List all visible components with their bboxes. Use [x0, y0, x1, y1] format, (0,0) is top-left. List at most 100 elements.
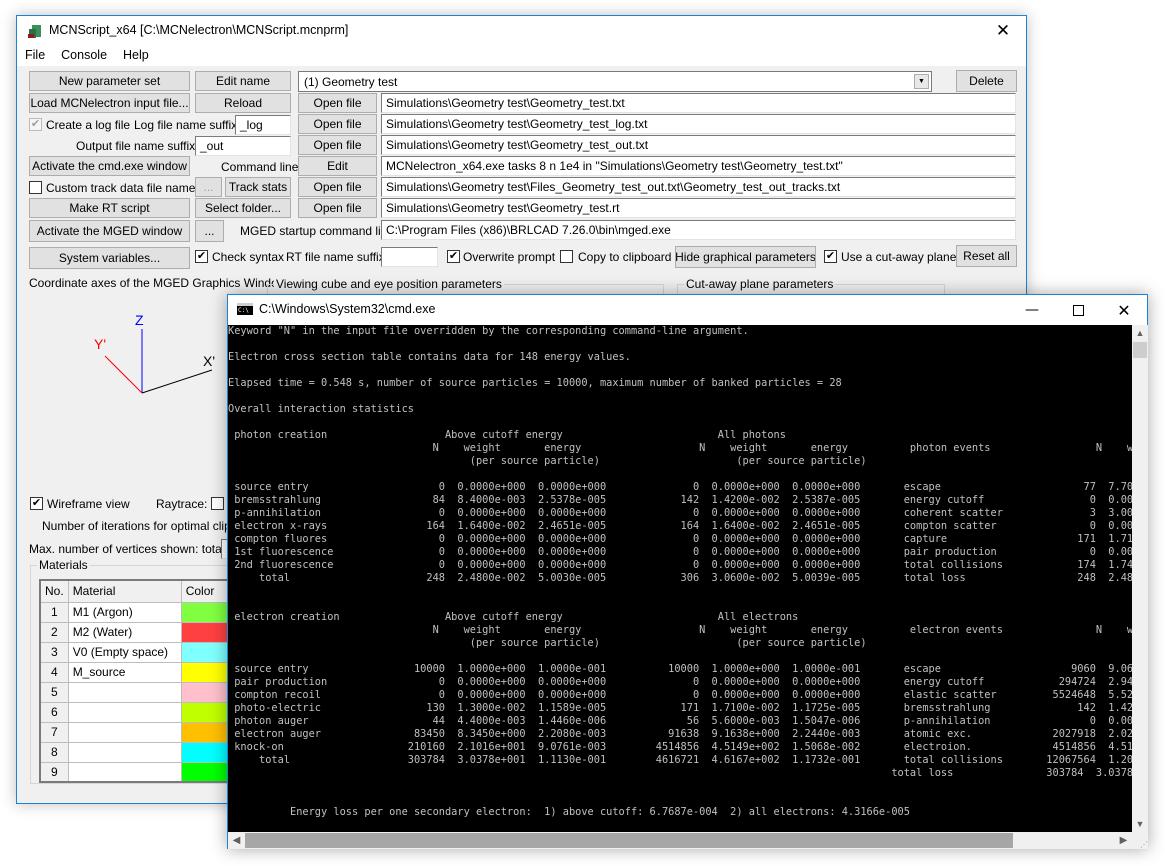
material-name[interactable]	[67, 681, 182, 703]
parameter-set-select[interactable]: (1) Geometry test ▼	[298, 71, 932, 92]
horizontal-scroll-thumb[interactable]	[245, 833, 1013, 848]
material-row[interactable]: 6	[39, 701, 242, 723]
scroll-down-icon[interactable]: ▼	[1132, 816, 1148, 832]
material-row[interactable]: 9	[39, 761, 242, 783]
material-row[interactable]: 2 M2 (Water)	[39, 621, 242, 643]
create-log-checkbox[interactable]: ✔	[29, 118, 42, 131]
vertical-scroll-thumb[interactable]	[1133, 342, 1147, 358]
cmd-window-title: C:\Windows\System32\cmd.exe	[259, 302, 436, 316]
vertical-scrollbar[interactable]: ▲ ▼	[1132, 325, 1148, 832]
menu-console[interactable]: Console	[53, 46, 115, 66]
parameter-set-value: (1) Geometry test	[304, 75, 398, 89]
material-name[interactable]: V0 (Empty space)	[67, 641, 182, 663]
horizontal-scrollbar[interactable]: ◀ ▶	[228, 832, 1132, 849]
delete-button[interactable]: Delete	[956, 70, 1017, 92]
console-line: source entry 10000 1.0000e+000 1.0000e-0…	[228, 663, 1132, 675]
minimize-button[interactable]: —	[1009, 295, 1055, 325]
material-name[interactable]	[67, 701, 182, 723]
menu-help[interactable]: Help	[115, 46, 157, 66]
material-row[interactable]: 5	[39, 681, 242, 703]
open-output-file-button[interactable]: Open file	[298, 135, 377, 155]
activate-cmd-button[interactable]: Activate the cmd.exe window	[29, 156, 190, 176]
scroll-up-icon[interactable]: ▲	[1132, 325, 1148, 341]
console-line: (per source particle) (per source partic…	[228, 637, 1132, 649]
log-file-path[interactable]: Simulations\Geometry test\Geometry_test_…	[381, 114, 1016, 134]
open-track-file-button[interactable]: Open file	[298, 177, 377, 197]
copy-clipboard-checkbox[interactable]	[560, 250, 573, 263]
scroll-left-icon[interactable]: ◀	[228, 832, 245, 849]
cmd-close-button[interactable]: ✕	[1101, 295, 1147, 325]
console-line: 2nd fluorescence 0 0.0000e+000 0.0000e+0…	[228, 559, 1132, 571]
load-input-file-button[interactable]: Load MCNelectron input file...	[29, 93, 190, 113]
edit-command-line-button[interactable]: Edit	[298, 156, 377, 176]
z-axis-label: Z	[135, 312, 144, 328]
log-suffix-input[interactable]: _log	[235, 115, 291, 135]
input-file-path[interactable]: Simulations\Geometry test\Geometry_test.…	[381, 93, 1016, 113]
reload-button[interactable]: Reload	[195, 93, 291, 113]
material-name[interactable]	[67, 761, 182, 783]
track-file-browse-button[interactable]: ...	[195, 177, 222, 197]
custom-track-checkbox[interactable]	[29, 181, 42, 194]
material-name[interactable]: M2 (Water)	[67, 621, 182, 643]
rt-suffix-input[interactable]	[381, 247, 438, 267]
scroll-right-icon[interactable]: ▶	[1115, 832, 1132, 849]
chevron-down-icon[interactable]: ▼	[914, 74, 929, 89]
material-number: 1	[39, 601, 69, 623]
close-icon: ✕	[1117, 300, 1131, 320]
new-parameter-set-button[interactable]: New parameter set	[29, 71, 190, 91]
overwrite-prompt-checkbox[interactable]: ✔	[447, 250, 460, 263]
console-output[interactable]: Keyword "N" in the input file overridden…	[228, 325, 1132, 832]
mged-command-field[interactable]: C:\Program Files (x86)\BRLCAD 7.26.0\bin…	[381, 220, 1016, 240]
resize-grip-icon[interactable]: ⋰	[1132, 832, 1148, 849]
menu-file[interactable]: File	[17, 46, 53, 66]
hide-graphical-parameters-button[interactable]: Hide graphical parameters	[675, 246, 816, 268]
viewing-cube-group-label: Viewing cube and eye position parameters	[274, 277, 504, 291]
reset-all-button[interactable]: Reset all	[956, 245, 1017, 267]
rt-file-path[interactable]: Simulations\Geometry test\Geometry_test.…	[381, 198, 1016, 218]
custom-track-label: Custom track data file name	[46, 181, 196, 195]
overwrite-prompt-label: Overwrite prompt	[463, 250, 556, 264]
maximize-button[interactable]	[1055, 295, 1101, 325]
check-syntax-checkbox[interactable]: ✔	[195, 250, 208, 263]
column-header-material[interactable]: Material	[67, 579, 182, 603]
close-button[interactable]: ✕	[980, 16, 1026, 46]
output-file-path[interactable]: Simulations\Geometry test\Geometry_test_…	[381, 135, 1016, 155]
material-row[interactable]: 4 M_source	[39, 661, 242, 683]
console-line: total 248 2.4800e-002 5.0030e-005 306 3.…	[228, 572, 1132, 584]
track-stats-button[interactable]: Track stats	[225, 177, 291, 197]
maximize-icon	[1072, 304, 1084, 316]
column-header-no[interactable]: No.	[39, 579, 69, 603]
system-variables-button[interactable]: System variables...	[29, 247, 190, 269]
open-input-file-button[interactable]: Open file	[298, 93, 377, 113]
material-row[interactable]: 1 M1 (Argon)	[39, 601, 242, 623]
activate-mged-button[interactable]: Activate the MGED window	[29, 220, 190, 242]
material-number: 7	[39, 721, 69, 743]
material-name[interactable]	[67, 721, 182, 743]
raytrace-checkbox[interactable]	[211, 497, 224, 510]
select-folder-button[interactable]: Select folder...	[195, 198, 291, 218]
console-line: total 303784 3.0378e+001 1.1130e-001 461…	[228, 754, 1132, 766]
material-number: 2	[39, 621, 69, 643]
edit-name-button[interactable]: Edit name	[195, 71, 291, 91]
command-line-field[interactable]: MCNelectron_x64.exe tasks 8 n 1e4 in "Si…	[381, 156, 1016, 176]
material-row[interactable]: 3 V0 (Empty space)	[39, 641, 242, 663]
minimize-icon: —	[1025, 302, 1039, 318]
material-name[interactable]: M_source	[67, 661, 182, 683]
console-line: electron creation Above cutoff energy Al…	[228, 611, 799, 623]
open-log-file-button[interactable]: Open file	[298, 114, 377, 134]
material-row[interactable]: 7	[39, 721, 242, 743]
material-row[interactable]: 8	[39, 741, 242, 763]
material-name[interactable]	[67, 741, 182, 763]
material-name[interactable]: M1 (Argon)	[67, 601, 182, 623]
mged-browse-button[interactable]: ...	[195, 220, 224, 242]
console-line: electron x-rays 164 1.6400e-002 2.4651e-…	[228, 520, 1132, 532]
output-suffix-input[interactable]: _out	[195, 136, 291, 156]
cutaway-plane-checkbox[interactable]: ✔	[824, 250, 837, 263]
make-rt-script-button[interactable]: Make RT script	[29, 198, 190, 218]
console-line: N weight energy N weight energy photon e…	[228, 442, 1132, 454]
wireframe-checkbox[interactable]: ✔	[30, 497, 43, 510]
open-rt-file-button[interactable]: Open file	[298, 198, 377, 218]
track-file-path[interactable]: Simulations\Geometry test\Files_Geometry…	[381, 177, 1016, 197]
console-line: bremsstrahlung 84 8.4000e-003 2.5378e-00…	[228, 494, 1132, 506]
